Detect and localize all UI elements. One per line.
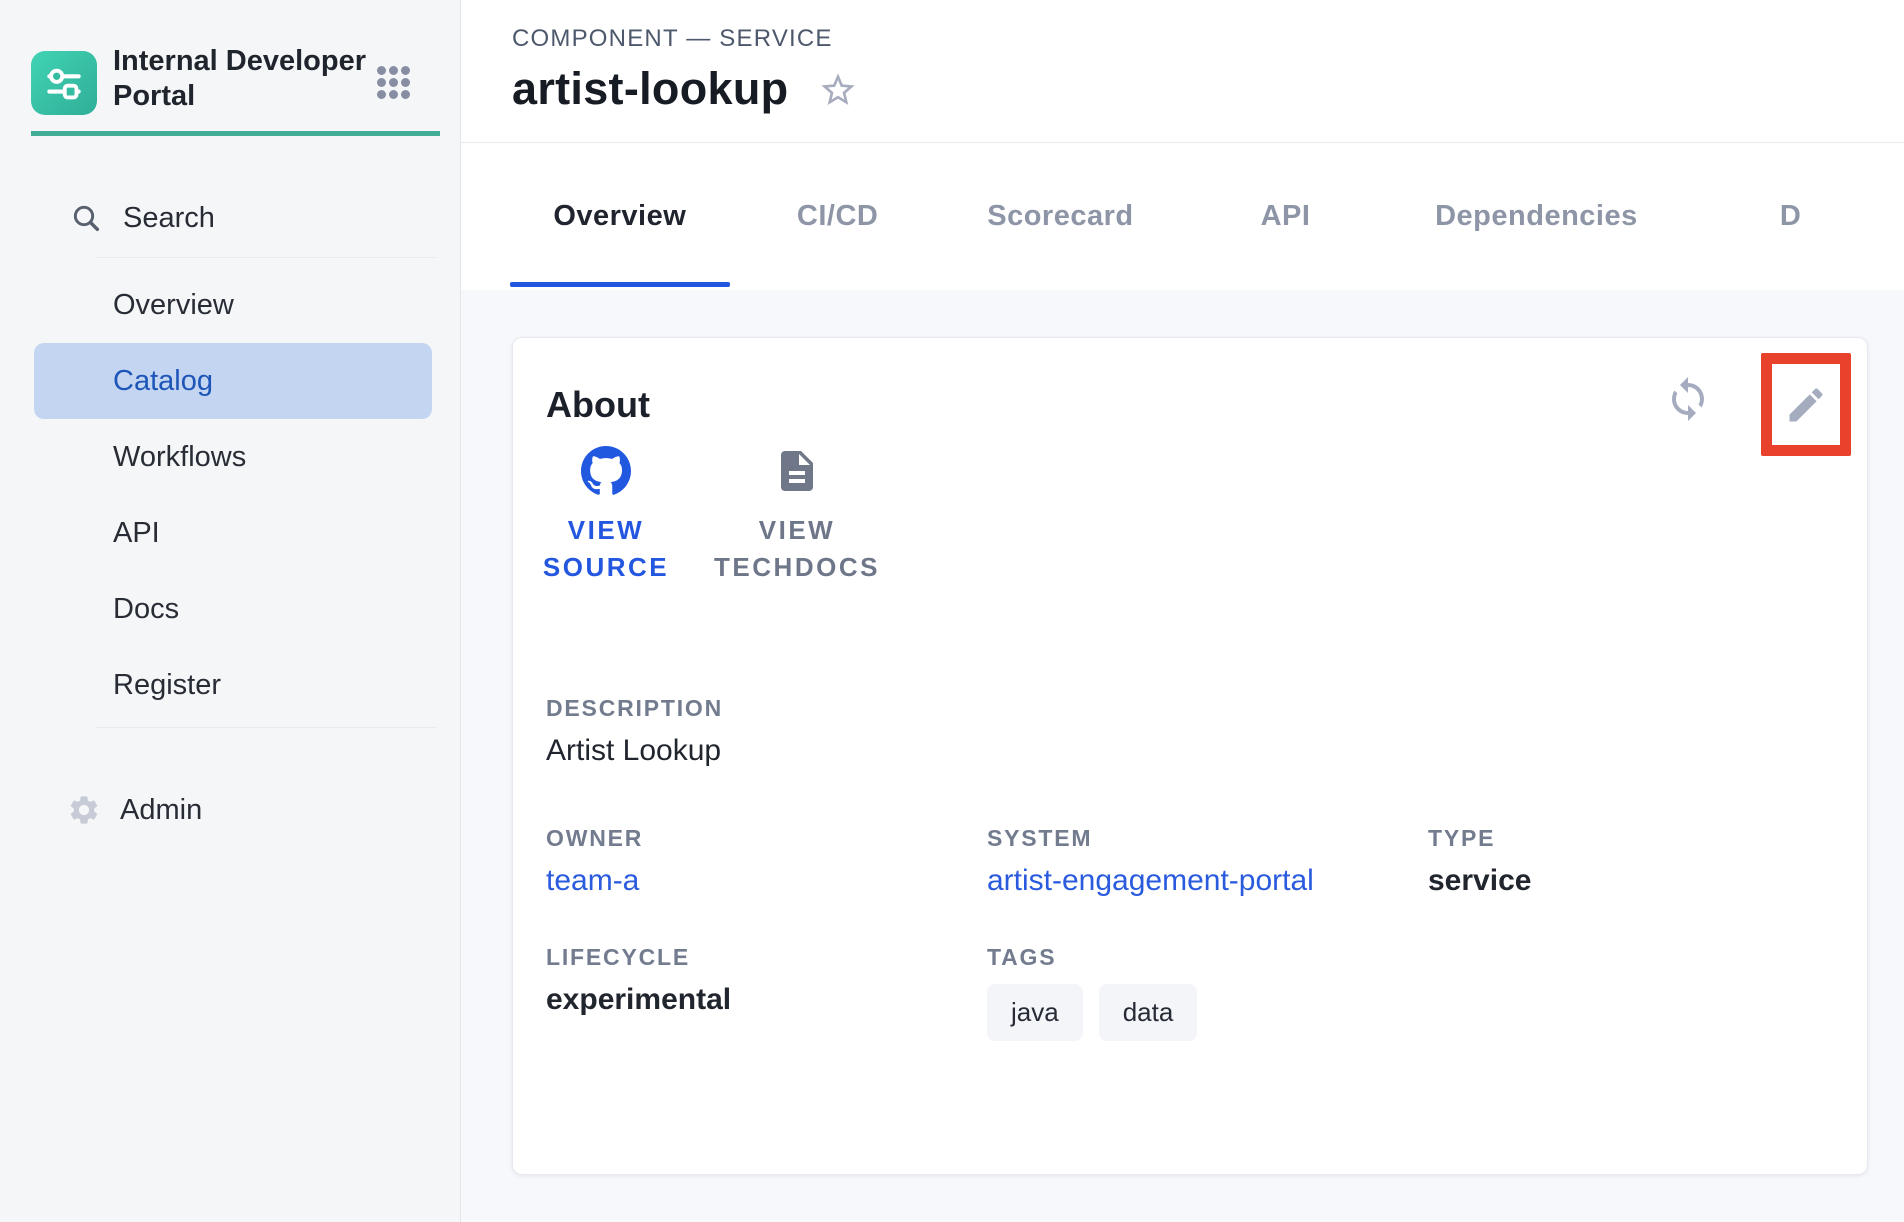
sidebar-item-register[interactable]: Register: [34, 647, 432, 723]
field-description: DESCRIPTION Artist Lookup: [546, 694, 723, 768]
divider: [96, 727, 437, 728]
annotation-target-box: [1761, 353, 1851, 456]
owner-link[interactable]: team-a: [546, 864, 643, 898]
app-logo: [31, 51, 97, 115]
sidebar-item-workflows[interactable]: Workflows: [34, 419, 432, 495]
about-card: About: [512, 337, 1868, 1175]
sliders-logo-icon: [42, 61, 86, 105]
field-value: Artist Lookup: [546, 734, 723, 768]
tab-scorecard[interactable]: Scorecard: [946, 143, 1176, 290]
tab-dependencies[interactable]: Dependencies: [1396, 143, 1677, 290]
field-label: DESCRIPTION: [546, 694, 723, 722]
field-type: TYPE service: [1428, 824, 1531, 898]
sidebar-item-catalog[interactable]: Catalog: [34, 343, 432, 419]
gear-icon: [67, 793, 101, 832]
field-label: TAGS: [987, 943, 1197, 971]
sidebar-item-label: Search: [123, 202, 215, 235]
field-label: SYSTEM: [987, 824, 1314, 852]
system-link[interactable]: artist-engagement-portal: [987, 864, 1314, 898]
field-system: SYSTEM artist-engagement-portal: [987, 824, 1314, 898]
field-label: OWNER: [546, 824, 643, 852]
main-area: COMPONENT — SERVICE artist-lookup Overvi…: [461, 0, 1904, 1222]
github-icon: [581, 446, 631, 496]
breadcrumb: COMPONENT — SERVICE: [512, 25, 1904, 53]
sidebar-item-api[interactable]: API: [34, 495, 432, 571]
view-techdocs-link[interactable]: VIEW TECHDOCS: [712, 446, 882, 586]
brand-accent-rule: [31, 131, 440, 136]
tab-api[interactable]: API: [1175, 143, 1396, 290]
app-window: Internal Developer Portal Search Overvie…: [0, 0, 1904, 1222]
field-lifecycle: LIFECYCLE experimental: [546, 943, 731, 1017]
about-heading: About: [546, 383, 650, 427]
apps-grid-icon[interactable]: [377, 66, 411, 100]
sidebar-item-docs[interactable]: Docs: [34, 571, 432, 647]
entity-tabs: OverviewCI/CDScorecardAPIDependenciesD: [461, 143, 1904, 290]
sidebar-item-search[interactable]: Search: [0, 188, 461, 248]
sidebar: Internal Developer Portal Search Overvie…: [0, 0, 461, 1222]
field-owner: OWNER team-a: [546, 824, 643, 898]
about-links: VIEW SOURCE VIEW TECHDOCS: [546, 446, 882, 586]
field-value: service: [1428, 864, 1531, 898]
view-source-link[interactable]: VIEW SOURCE: [546, 446, 666, 586]
field-value: experimental: [546, 983, 731, 1017]
field-tags: TAGS java data: [987, 943, 1197, 1041]
field-label: LIFECYCLE: [546, 943, 731, 971]
brand-title: Internal Developer Portal: [113, 44, 373, 114]
tag-chips: java data: [987, 984, 1197, 1041]
field-label: TYPE: [1428, 824, 1531, 852]
tab-content: About: [461, 290, 1904, 1222]
search-icon: [70, 202, 102, 239]
tag-chip-java[interactable]: java: [987, 984, 1083, 1041]
sidebar-item-label: Admin: [120, 794, 202, 827]
page-title: artist-lookup: [512, 63, 788, 115]
edit-pencil-icon[interactable]: [1784, 383, 1828, 427]
tab-d[interactable]: D: [1677, 143, 1904, 290]
tag-chip-data[interactable]: data: [1099, 984, 1198, 1041]
sidebar-item-overview[interactable]: Overview: [34, 267, 432, 343]
sidebar-nav: OverviewCatalogWorkflowsAPIDocsRegister: [0, 267, 461, 723]
document-icon: [773, 446, 821, 496]
tab-overview[interactable]: Overview: [510, 143, 730, 290]
entity-header: COMPONENT — SERVICE artist-lookup: [461, 0, 1904, 143]
tab-ci-cd[interactable]: CI/CD: [730, 143, 946, 290]
sidebar-item-admin[interactable]: Admin: [0, 772, 461, 848]
favorite-star-icon[interactable]: [818, 70, 858, 113]
divider: [96, 257, 437, 258]
refresh-icon[interactable]: [1664, 375, 1712, 423]
